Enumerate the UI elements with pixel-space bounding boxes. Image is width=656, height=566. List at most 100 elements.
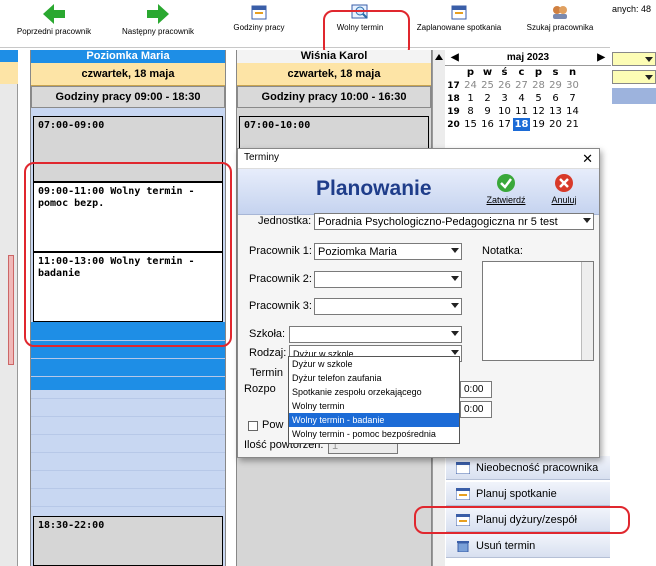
- repeat-label: Pow: [262, 419, 284, 431]
- type-option[interactable]: Wolny termin: [289, 399, 459, 413]
- calendar-day[interactable]: 19: [530, 118, 547, 131]
- employee-date: czwartek, 18 maja: [237, 63, 431, 86]
- toolbar: Poprzedni pracownik Następny pracownik G…: [0, 0, 610, 48]
- employee-name: Wiśnia Karol: [237, 50, 431, 63]
- arrow-right-icon: [147, 4, 169, 24]
- type-option[interactable]: Wolny termin - pomoc bezpośrednia: [289, 427, 459, 441]
- calendar-day[interactable]: 26: [496, 79, 513, 92]
- emp1-label: Pracownik 1:: [249, 245, 312, 257]
- calendar-day[interactable]: 8: [462, 105, 479, 118]
- close-icon[interactable]: ✕: [582, 151, 593, 167]
- time-slot[interactable]: 18:30-22:00: [33, 516, 223, 566]
- calendar-day[interactable]: 16: [479, 118, 496, 131]
- planned-meetings-label: Zaplanowane spotkania: [416, 23, 502, 32]
- unit-select[interactable]: Poradnia Psychologiczno-Pedagogiczna nr …: [314, 213, 594, 230]
- calendar-day[interactable]: 1: [462, 92, 479, 105]
- repeat-checkbox[interactable]: [248, 421, 258, 431]
- mini-calendar: ◀ maj 2023 ▶ p w ś c p s n 17 24 25 26 27 28 29 30 18 1 2…: [445, 52, 611, 144]
- calendar-day[interactable]: 12: [530, 105, 547, 118]
- delete-term-menu-item[interactable]: Usuń termin: [446, 534, 610, 558]
- prev-month-icon[interactable]: ◀: [451, 52, 459, 63]
- calendar-day[interactable]: 5: [530, 92, 547, 105]
- calendar-month: maj 2023: [506, 52, 550, 63]
- work-hours-button[interactable]: Godziny pracy: [228, 4, 290, 32]
- end-time-field[interactable]: 0:00: [460, 401, 492, 418]
- emp1-value: Poziomka Maria: [318, 246, 397, 258]
- prev-employee-label: Poprzedni pracownik: [16, 27, 92, 36]
- calendar-day[interactable]: 13: [547, 105, 564, 118]
- user-count-text: anych: 48: [612, 4, 652, 14]
- right-dropdown-1[interactable]: [612, 52, 656, 66]
- calendar-day[interactable]: 11: [513, 105, 530, 118]
- delete-term-label: Usuń termin: [476, 540, 536, 552]
- cancel-icon: [555, 174, 573, 192]
- plan-meeting-menu-item[interactable]: Planuj spotkanie: [446, 482, 610, 506]
- calendar-day[interactable]: 4: [513, 92, 530, 105]
- planned-meetings-button[interactable]: Zaplanowane spotkania: [412, 4, 506, 32]
- employee-hours: Godziny pracy 09:00 - 18:30: [31, 86, 225, 108]
- calendar-icon: [251, 5, 267, 20]
- calendar-day[interactable]: 17: [496, 118, 513, 131]
- emp3-label: Pracownik 3:: [249, 300, 312, 312]
- calendar-day[interactable]: 25: [479, 79, 496, 92]
- prev-employee-button[interactable]: Poprzedni pracownik: [14, 4, 94, 36]
- next-month-icon[interactable]: ▶: [597, 52, 605, 63]
- calendar-day-header: n: [568, 67, 577, 78]
- right-dropdown-2[interactable]: [612, 70, 656, 84]
- calendar-day[interactable]: 29: [547, 79, 564, 92]
- type-dropdown-list[interactable]: Dyżur w szkole Dyżur telefon zaufania Spot…: [288, 356, 460, 444]
- note-textarea[interactable]: [482, 261, 594, 361]
- calendar-day[interactable]: 21: [564, 118, 581, 131]
- cancel-button[interactable]: Anuluj: [544, 173, 584, 205]
- work-hours-label: Godziny pracy: [233, 23, 285, 32]
- type-label: Rodzaj:: [249, 347, 287, 359]
- calendar-week-number: 20: [447, 119, 460, 130]
- start-time-field[interactable]: 0:00: [460, 381, 492, 398]
- plan-meeting-label: Planuj spotkanie: [476, 488, 557, 500]
- calendar-icon: [456, 488, 470, 500]
- calendar-day[interactable]: 18: [513, 118, 530, 131]
- calendar-day[interactable]: 24: [462, 79, 479, 92]
- calendar-day[interactable]: 27: [513, 79, 530, 92]
- dialog-heading: Planowanie: [316, 177, 432, 200]
- unit-label: Jednostka:: [258, 215, 312, 227]
- scroll-up-icon[interactable]: [435, 54, 443, 60]
- type-option[interactable]: Wolny termin - badanie: [289, 413, 459, 427]
- calendar-week-number: 17: [447, 80, 460, 91]
- arrow-left-icon: [43, 4, 65, 24]
- calendar-day[interactable]: 2: [479, 92, 496, 105]
- emp1-select[interactable]: Poziomka Maria: [314, 243, 462, 260]
- type-option[interactable]: Dyżur telefon zaufania: [289, 371, 459, 385]
- calendar-day[interactable]: 30: [564, 79, 581, 92]
- calendar-day[interactable]: 6: [547, 92, 564, 105]
- start-label: Rozpo: [244, 383, 276, 395]
- right-panel-strip: [612, 88, 656, 104]
- calendar-day[interactable]: 3: [496, 92, 513, 105]
- calendar-day[interactable]: 9: [479, 105, 496, 118]
- absence-menu-item[interactable]: Nieobecność pracownika: [446, 456, 610, 480]
- calendar-week-number: 18: [447, 93, 460, 104]
- calendar-day[interactable]: 20: [547, 118, 564, 131]
- confirm-button[interactable]: Zatwierdź: [484, 173, 528, 205]
- calendar-day-header: c: [518, 67, 525, 78]
- type-option[interactable]: Dyżur w szkole: [289, 357, 459, 371]
- next-employee-label: Następny pracownik: [121, 27, 195, 36]
- left-strip: [0, 50, 18, 566]
- calendar-day[interactable]: 28: [530, 79, 547, 92]
- type-option[interactable]: Spotkanie zespołu orzekającego: [289, 385, 459, 399]
- next-employee-button[interactable]: Następny pracownik: [116, 4, 200, 36]
- calendar-day[interactable]: 14: [564, 105, 581, 118]
- calendar-day[interactable]: 7: [564, 92, 581, 105]
- calendar-day[interactable]: 15: [462, 118, 479, 131]
- emp2-select[interactable]: [314, 271, 462, 288]
- emp2-label: Pracownik 2:: [249, 273, 312, 285]
- dialog-header: Planowanie Zatwierdź Anuluj: [238, 169, 599, 215]
- calendar-day[interactable]: 10: [496, 105, 513, 118]
- absence-label: Nieobecność pracownika: [476, 462, 599, 474]
- search-employee-button[interactable]: Szukaj pracownika: [518, 4, 602, 32]
- emp3-select[interactable]: [314, 298, 462, 315]
- employee-hours: Godziny pracy 10:00 - 16:30: [237, 86, 431, 108]
- calendar-week-number: 19: [447, 106, 460, 117]
- dialog-titlebar: Terminy ✕: [238, 149, 599, 169]
- school-select[interactable]: [289, 326, 462, 343]
